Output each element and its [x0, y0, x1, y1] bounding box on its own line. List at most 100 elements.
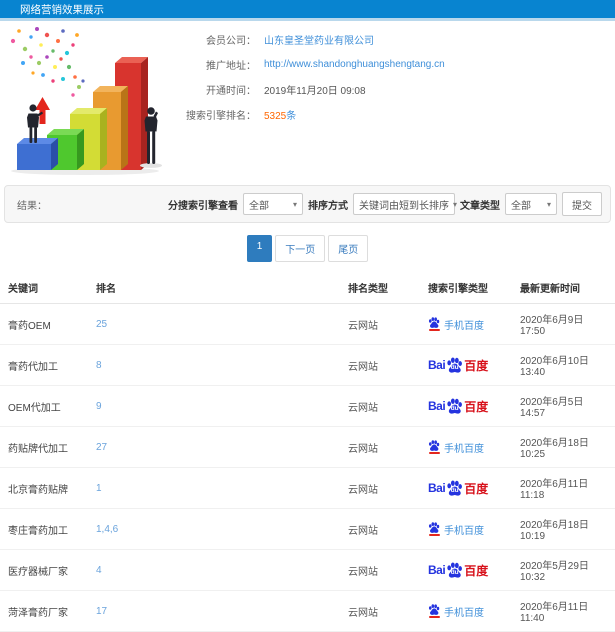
rank-cell[interactable]: 25 — [88, 303, 340, 345]
rank-cell[interactable]: 27 — [88, 426, 340, 468]
engine-filter-label: 分搜索引擎查看 — [168, 200, 238, 212]
promo-url-link[interactable]: http://www.shandonghuangshengtang.cn — [264, 59, 445, 70]
update-time-cell: 2020年6月18日 10:25 — [512, 426, 615, 468]
engine-type-cell: 手机百度 Bai du 百度 — [420, 385, 512, 427]
submit-button[interactable]: 提交 — [562, 192, 602, 216]
table-row: 北京膏药贴牌 1 云网站 手机百度 Bai — [0, 467, 615, 509]
header-update-time: 最新更新时间 — [512, 271, 615, 304]
engine-type-cell: 手机百度 Bai du 百度 — [420, 344, 512, 386]
rank-count-number: 5325 — [264, 111, 287, 122]
page-title: 网络营销效果展示 — [20, 4, 104, 16]
mobile-baidu-label: 手机百度 — [444, 443, 484, 455]
engine-type-cell: 手机百度 Bai du 百度 — [420, 303, 512, 345]
update-time-cell: 2020年6月11日 11:18 — [512, 467, 615, 509]
table-row: 膏药代加工 8 云网站 手机百度 Bai — [0, 344, 615, 386]
rank-type-cell: 云网站 — [340, 467, 420, 509]
sort-select-value: 关键词由短到长排序 — [359, 200, 449, 212]
baidu-paw-icon: du — [446, 480, 463, 496]
result-label: 结果： — [17, 200, 47, 212]
baidu-logo-du: du — [450, 405, 459, 412]
rank-count-value: 5325条 — [264, 107, 296, 122]
engine-type-cell: 手机百度 Bai du 百度 — [420, 549, 512, 591]
update-time-cell: 2020年6月18日 10:19 — [512, 508, 615, 550]
baidu-logo-du: du — [450, 364, 459, 371]
rank-cell[interactable]: 17 — [88, 590, 340, 632]
mobile-baidu-badge: 手机百度 — [428, 440, 484, 455]
next-page-button[interactable]: 下一页 — [275, 235, 326, 262]
rank-cell[interactable]: 1,4,6 — [88, 508, 340, 550]
sort-filter-label: 排序方式 — [308, 200, 348, 212]
baidu-paw-icon: du — [446, 398, 463, 414]
page-1-button[interactable]: 1 — [246, 235, 273, 262]
mobile-baidu-badge: 手机百度 — [428, 604, 484, 619]
header-rank-type: 排名类型 — [340, 271, 420, 304]
rank-cell[interactable]: 9 — [88, 385, 340, 427]
rank-cell[interactable]: 4 — [88, 549, 340, 591]
last-page-button[interactable]: 尾页 — [328, 235, 369, 262]
info-row-company: 会员公司： 山东皇圣堂药业有限公司 — [178, 27, 445, 52]
header-keyword: 关键词 — [0, 271, 88, 304]
phone-base-bar — [428, 616, 440, 618]
update-time-cell: 2020年6月10日 13:40 — [512, 344, 615, 386]
chevron-down-icon: ▾ — [292, 199, 297, 209]
baidu-paw-icon — [428, 317, 440, 331]
info-row-open-time: 开通时间： 2019年11月20日 09:08 — [178, 77, 445, 102]
title-bar: 网络营销效果展示 — [0, 0, 615, 21]
header-rank: 排名 — [88, 271, 340, 304]
engine-type-cell: 手机百度 Bai du 百度 — [420, 467, 512, 509]
baidu-paw-icon — [428, 522, 440, 536]
company-link[interactable]: 山东皇圣堂药业有限公司 — [264, 32, 374, 47]
info-row-rank-count: 搜索引擎排名： 5325条 — [178, 102, 445, 127]
engine-type-cell: 手机百度 Bai du 百度 — [420, 508, 512, 550]
baidu-logo: Bai du 百度 — [428, 357, 488, 374]
update-time-cell: 2020年6月9日 17:50 — [512, 303, 615, 345]
keyword-cell: 医疗器械厂家 — [0, 549, 88, 591]
table-row: 菏泽膏药厂家 17 云网站 手机百度 Bai — [0, 590, 615, 632]
baidu-logo-du: du — [450, 569, 459, 576]
baidu-logo: Bai du 百度 — [428, 562, 488, 579]
baidu-logo-bai: Bai — [428, 481, 446, 495]
baidu-logo-cn: 百度 — [464, 399, 489, 414]
keyword-cell: OEM代加工 — [0, 385, 88, 427]
mobile-baidu-badge: 手机百度 — [428, 317, 484, 332]
article-type-select[interactable]: 全部 ▾ — [505, 193, 557, 215]
keyword-cell: 药贴牌代加工 — [0, 426, 88, 468]
phone-base-bar — [428, 452, 440, 454]
baidu-logo-cn: 百度 — [464, 563, 489, 578]
filter-group: 分搜索引擎查看 全部 ▾ 排序方式 关键词由短到长排序 ▾ 文章类型 全部 ▾ … — [168, 192, 602, 216]
table-header-row: 关键词 排名 排名类型 搜索引擎类型 最新更新时间 — [0, 271, 615, 304]
engine-select-value: 全部 — [249, 200, 269, 212]
sort-select[interactable]: 关键词由短到长排序 ▾ — [353, 193, 458, 215]
baidu-logo-bai: Bai — [428, 563, 446, 577]
keyword-cell: 北京膏药贴牌 — [0, 467, 88, 509]
engine-select[interactable]: 全部 ▾ — [243, 193, 303, 215]
rank-type-cell: 云网站 — [340, 590, 420, 632]
rank-cell[interactable]: 1 — [88, 467, 340, 509]
pagination: 1 下一页 尾页 — [0, 235, 615, 262]
phone-base-bar — [428, 534, 440, 536]
open-time-label: 开通时间： — [206, 86, 256, 97]
chevron-down-icon: ▾ — [453, 199, 458, 209]
results-table: 关键词 排名 排名类型 搜索引擎类型 最新更新时间 膏药OEM 25 云网站 手… — [0, 271, 615, 632]
rank-type-cell: 云网站 — [340, 344, 420, 386]
rank-cell[interactable]: 8 — [88, 344, 340, 386]
info-row-url: 推广地址： http://www.shandonghuangshengtang.… — [178, 52, 445, 77]
filter-bar: 结果： 分搜索引擎查看 全部 ▾ 排序方式 关键词由短到长排序 ▾ 文章类型 全… — [4, 185, 611, 223]
baidu-logo-cn: 百度 — [464, 358, 489, 373]
baidu-paw-icon — [428, 440, 440, 454]
info-rows: 会员公司： 山东皇圣堂药业有限公司 推广地址： http://www.shand… — [178, 27, 445, 127]
table-row: 枣庄膏药加工 1,4,6 云网站 手机百度 Bai — [0, 508, 615, 550]
engine-type-cell: 手机百度 Bai du 百度 — [420, 590, 512, 632]
table-row: 药贴牌代加工 27 云网站 手机百度 Bai — [0, 426, 615, 468]
promo-url-label: 推广地址： — [206, 61, 256, 72]
rank-type-cell: 云网站 — [340, 508, 420, 550]
open-time-value: 2019年11月20日 09:08 — [264, 86, 366, 97]
bar-chart-illustration — [10, 27, 162, 175]
keyword-cell: 枣庄膏药加工 — [0, 508, 88, 550]
update-time-cell: 2020年6月5日 14:57 — [512, 385, 615, 427]
article-type-select-value: 全部 — [511, 200, 531, 212]
keyword-cell: 菏泽膏药厂家 — [0, 590, 88, 632]
update-time-cell: 2020年6月11日 11:40 — [512, 590, 615, 632]
baidu-logo-bai: Bai — [428, 399, 446, 413]
rank-type-cell: 云网站 — [340, 303, 420, 345]
